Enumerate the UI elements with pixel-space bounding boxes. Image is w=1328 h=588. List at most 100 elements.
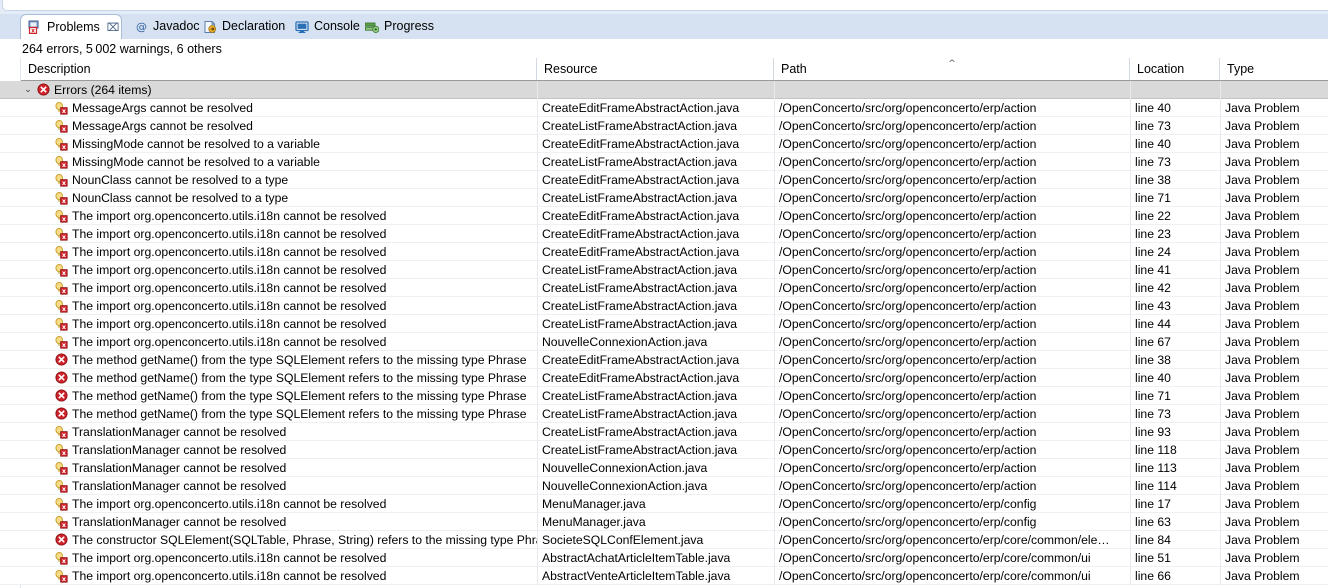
table-row[interactable]: The method getName() from the type SQLEl… — [0, 405, 1328, 423]
table-row[interactable]: x MessageArgs cannot be resolved CreateEdi… — [0, 99, 1328, 117]
column-separator — [537, 207, 538, 225]
cell-resource: CreateListFrameAbstractAction.java — [542, 442, 738, 457]
table-row[interactable]: The method getName() from the type SQLEl… — [0, 351, 1328, 369]
column-header-path[interactable]: Path ^ — [774, 58, 1130, 80]
table-row[interactable]: x MissingMode cannot be resolved to a var… — [0, 135, 1328, 153]
column-separator — [537, 441, 538, 459]
table-row[interactable]: x TranslationManager cannot be resolved Me… — [0, 513, 1328, 531]
column-separator — [1220, 99, 1221, 117]
cell-resource: CreateEditFrameAbstractAction.java — [542, 370, 740, 385]
cell-location: line 84 — [1135, 532, 1171, 547]
column-separator — [774, 441, 775, 459]
column-separator — [774, 423, 775, 441]
cell-description: x The import org.openconcerto.utils.i18n … — [21, 297, 537, 314]
tab-progress[interactable]: Progress — [358, 14, 434, 39]
cell-path: /OpenConcerto/src/org/openconcerto/erp/a… — [779, 226, 1037, 241]
tab-console[interactable]: Console — [288, 14, 360, 39]
cell-type: Java Problem — [1225, 514, 1300, 529]
row-description-text: The import org.openconcerto.utils.i18n c… — [72, 244, 387, 259]
close-icon[interactable]: ⌧ — [107, 21, 120, 34]
table-row[interactable]: x NounClass cannot be resolved to a type C… — [0, 171, 1328, 189]
tab-problems[interactable]: x Problems ⌧ — [20, 14, 122, 39]
row-description-text: NounClass cannot be resolved to a type — [72, 172, 289, 187]
row-description-text: The method getName() from the type SQLEl… — [72, 370, 527, 385]
table-row[interactable]: x MessageArgs cannot be resolved CreateLis… — [0, 117, 1328, 135]
expand-collapse-twisty-icon[interactable]: ⌄ — [21, 81, 35, 98]
row-description-text: The import org.openconcerto.utils.i18n c… — [72, 568, 387, 583]
table-row[interactable]: x The import org.openconcerto.utils.i18n … — [0, 549, 1328, 567]
column-separator — [774, 225, 775, 243]
quickfix-error-icon: x — [53, 423, 69, 440]
cell-path: /OpenConcerto/src/org/openconcerto/erp/a… — [779, 136, 1037, 151]
table-header-row: Description Resource Path ^ Location Typ… — [21, 58, 1328, 81]
table-row[interactable]: x TranslationManager cannot be resolved Cr… — [0, 423, 1328, 441]
column-header-location[interactable]: Location — [1130, 58, 1220, 80]
cell-description: The constructor SQLElement(SQLTable, Phr… — [21, 531, 537, 548]
table-row[interactable]: x The import org.openconcerto.utils.i18n … — [0, 315, 1328, 333]
column-separator — [1220, 279, 1221, 297]
table-row[interactable]: x The import org.openconcerto.utils.i18n … — [0, 279, 1328, 297]
table-row[interactable]: x TranslationManager cannot be resolved Cr… — [0, 441, 1328, 459]
column-header-description[interactable]: Description — [21, 58, 537, 80]
cell-resource: MenuManager.java — [542, 514, 646, 529]
table-group-row-errors[interactable]: ⌄ Errors (264 items) — [0, 81, 1328, 99]
column-separator — [1220, 549, 1221, 567]
table-row[interactable]: The constructor SQLElement(SQLTable, Phr… — [0, 531, 1328, 549]
table-row[interactable]: x The import org.openconcerto.utils.i18n … — [0, 261, 1328, 279]
row-description-text: The import org.openconcerto.utils.i18n c… — [72, 298, 387, 313]
column-separator — [537, 279, 538, 297]
cell-resource: AbstractVenteArticleItemTable.java — [542, 568, 731, 583]
table-row[interactable]: x TranslationManager cannot be resolved No… — [0, 477, 1328, 495]
cell-location: line 42 — [1135, 280, 1171, 295]
quickfix-error-icon: x — [53, 135, 69, 152]
quickfix-error-icon: x — [53, 333, 69, 350]
table-row[interactable]: x The import org.openconcerto.utils.i18n … — [0, 207, 1328, 225]
cell-description: x The import org.openconcerto.utils.i18n … — [21, 279, 537, 296]
quickfix-error-icon: x — [53, 441, 69, 458]
table-row[interactable]: x The import org.openconcerto.utils.i18n … — [0, 567, 1328, 585]
table-row[interactable]: x The import org.openconcerto.utils.i18n … — [0, 297, 1328, 315]
column-separator — [774, 459, 775, 477]
table-row[interactable]: x The import org.openconcerto.utils.i18n … — [0, 243, 1328, 261]
column-header-resource[interactable]: Resource — [537, 58, 774, 80]
column-separator — [1220, 513, 1221, 531]
quickfix-error-icon: x — [53, 207, 69, 224]
column-separator — [1220, 531, 1221, 549]
table-row[interactable]: x The import org.openconcerto.utils.i18n … — [0, 333, 1328, 351]
column-header-type[interactable]: Type — [1220, 58, 1328, 80]
tab-javadoc[interactable]: @ Javadoc — [128, 14, 200, 39]
cell-description: x The import org.openconcerto.utils.i18n … — [21, 495, 537, 512]
table-row[interactable]: x MissingMode cannot be resolved to a var… — [0, 153, 1328, 171]
table-row[interactable]: The method getName() from the type SQLEl… — [0, 387, 1328, 405]
cell-location: line 43 — [1135, 298, 1171, 313]
row-description-text: The method getName() from the type SQLEl… — [72, 352, 527, 367]
row-description-text: The import org.openconcerto.utils.i18n c… — [72, 208, 387, 223]
table-row[interactable]: The method getName() from the type SQLEl… — [0, 369, 1328, 387]
cell-description: x The import org.openconcerto.utils.i18n … — [21, 333, 537, 350]
cell-path: /OpenConcerto/src/org/openconcerto/erp/a… — [779, 190, 1037, 205]
cell-type: Java Problem — [1225, 190, 1300, 205]
cell-location: line 38 — [1135, 172, 1171, 187]
column-separator — [1130, 261, 1131, 279]
table-row[interactable]: x The import org.openconcerto.utils.i18n … — [0, 225, 1328, 243]
column-separator — [537, 513, 538, 531]
table-row[interactable]: x TranslationManager cannot be resolved No… — [0, 459, 1328, 477]
cell-path: /OpenConcerto/src/org/openconcerto/erp/a… — [779, 298, 1037, 313]
cell-description: x MessageArgs cannot be resolved — [21, 117, 537, 134]
column-header-path-label: Path — [781, 62, 807, 76]
declaration-icon — [203, 20, 217, 34]
table-row[interactable]: x The import org.openconcerto.utils.i18n … — [0, 495, 1328, 513]
quickfix-error-icon: x — [53, 171, 69, 188]
cell-description: x MissingMode cannot be resolved to a var… — [21, 135, 537, 152]
column-separator — [537, 387, 538, 405]
tab-declaration[interactable]: Declaration — [196, 14, 285, 39]
cell-path: /OpenConcerto/src/org/openconcerto/erp/a… — [779, 244, 1037, 259]
column-separator — [774, 297, 775, 315]
row-description-text: The import org.openconcerto.utils.i18n c… — [72, 496, 387, 511]
column-separator — [1220, 387, 1221, 405]
cell-type: Java Problem — [1225, 478, 1300, 493]
table-row[interactable]: x NounClass cannot be resolved to a type C… — [0, 189, 1328, 207]
problems-summary: 264 errors, 5 002 warnings, 6 others — [0, 39, 1328, 58]
column-separator — [1220, 153, 1221, 171]
column-separator — [537, 297, 538, 315]
